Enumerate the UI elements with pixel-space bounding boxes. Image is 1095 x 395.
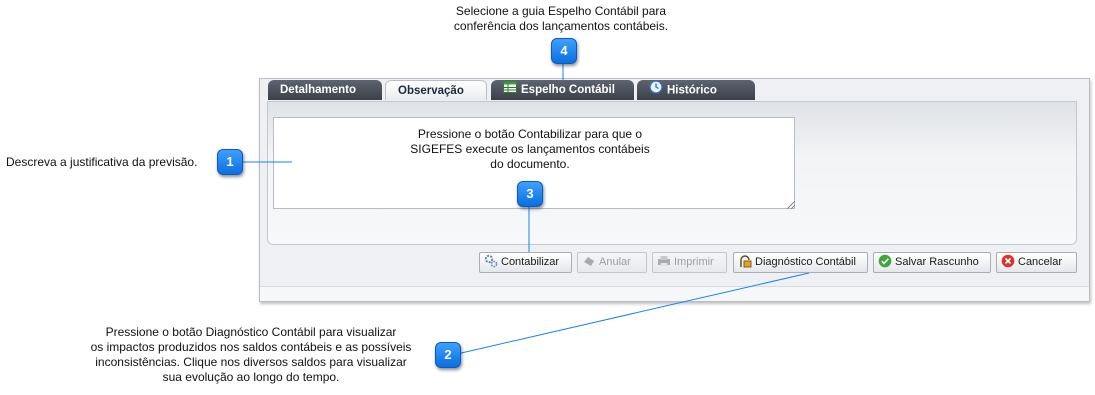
panel-footer (260, 286, 1089, 301)
hand-stop-icon (582, 254, 596, 268)
cancel-x-icon (1001, 254, 1015, 268)
tab-detalhamento[interactable]: Detalhamento (268, 80, 382, 100)
callout-4-badge: 4 (551, 38, 577, 64)
contabilizar-button[interactable]: Contabilizar (479, 252, 572, 273)
callout-2-badge: 2 (435, 342, 461, 368)
resize-grip-icon[interactable] (787, 201, 795, 209)
gears-icon (484, 254, 498, 268)
tab-observacao-label: Observação (398, 85, 464, 97)
check-icon (878, 254, 892, 268)
spreadsheet-icon (503, 80, 517, 100)
callout-1-badge: 1 (217, 149, 243, 175)
salvar-rascunho-button[interactable]: Salvar Rascunho (873, 252, 991, 273)
cancelar-button[interactable]: Cancelar (996, 252, 1077, 273)
imprimir-button[interactable]: Imprimir (652, 252, 727, 273)
salvar-label: Salvar Rascunho (895, 256, 979, 268)
callout-4-text: Selecione a guia Espelho Contábil para c… (453, 4, 669, 33)
anular-button[interactable]: Anular (577, 252, 647, 273)
diagnostico-contabil-button[interactable]: Diagnóstico Contábil (733, 252, 868, 273)
imprimir-label: Imprimir (674, 256, 714, 268)
contabilizar-label: Contabilizar (501, 256, 560, 268)
cancelar-label: Cancelar (1018, 256, 1063, 268)
callout-1-text: Descreva a justificativa da previsão. (6, 155, 198, 169)
history-clock-icon (649, 80, 663, 101)
diagnostic-lock-icon (738, 254, 752, 268)
tab-espelho-contabil[interactable]: Espelho Contábil (491, 80, 634, 100)
tab-observacao[interactable]: Observação (385, 80, 487, 100)
callout-2-text: Pressione o botão Diagnóstico Contábil p… (90, 325, 412, 384)
diagnostico-label: Diagnóstico Contábil (755, 256, 856, 268)
printer-icon (657, 254, 671, 268)
tab-historico-label: Histórico (667, 84, 717, 97)
callout-3-text: Pressione o botão Contabilizar para que … (410, 127, 650, 171)
tab-detalhamento-label: Detalhamento (280, 84, 357, 96)
tab-historico[interactable]: Histórico (637, 80, 755, 100)
callout-3-badge: 3 (517, 181, 543, 207)
anular-label: Anular (599, 256, 631, 268)
tab-espelho-label: Espelho Contábil (521, 84, 615, 97)
